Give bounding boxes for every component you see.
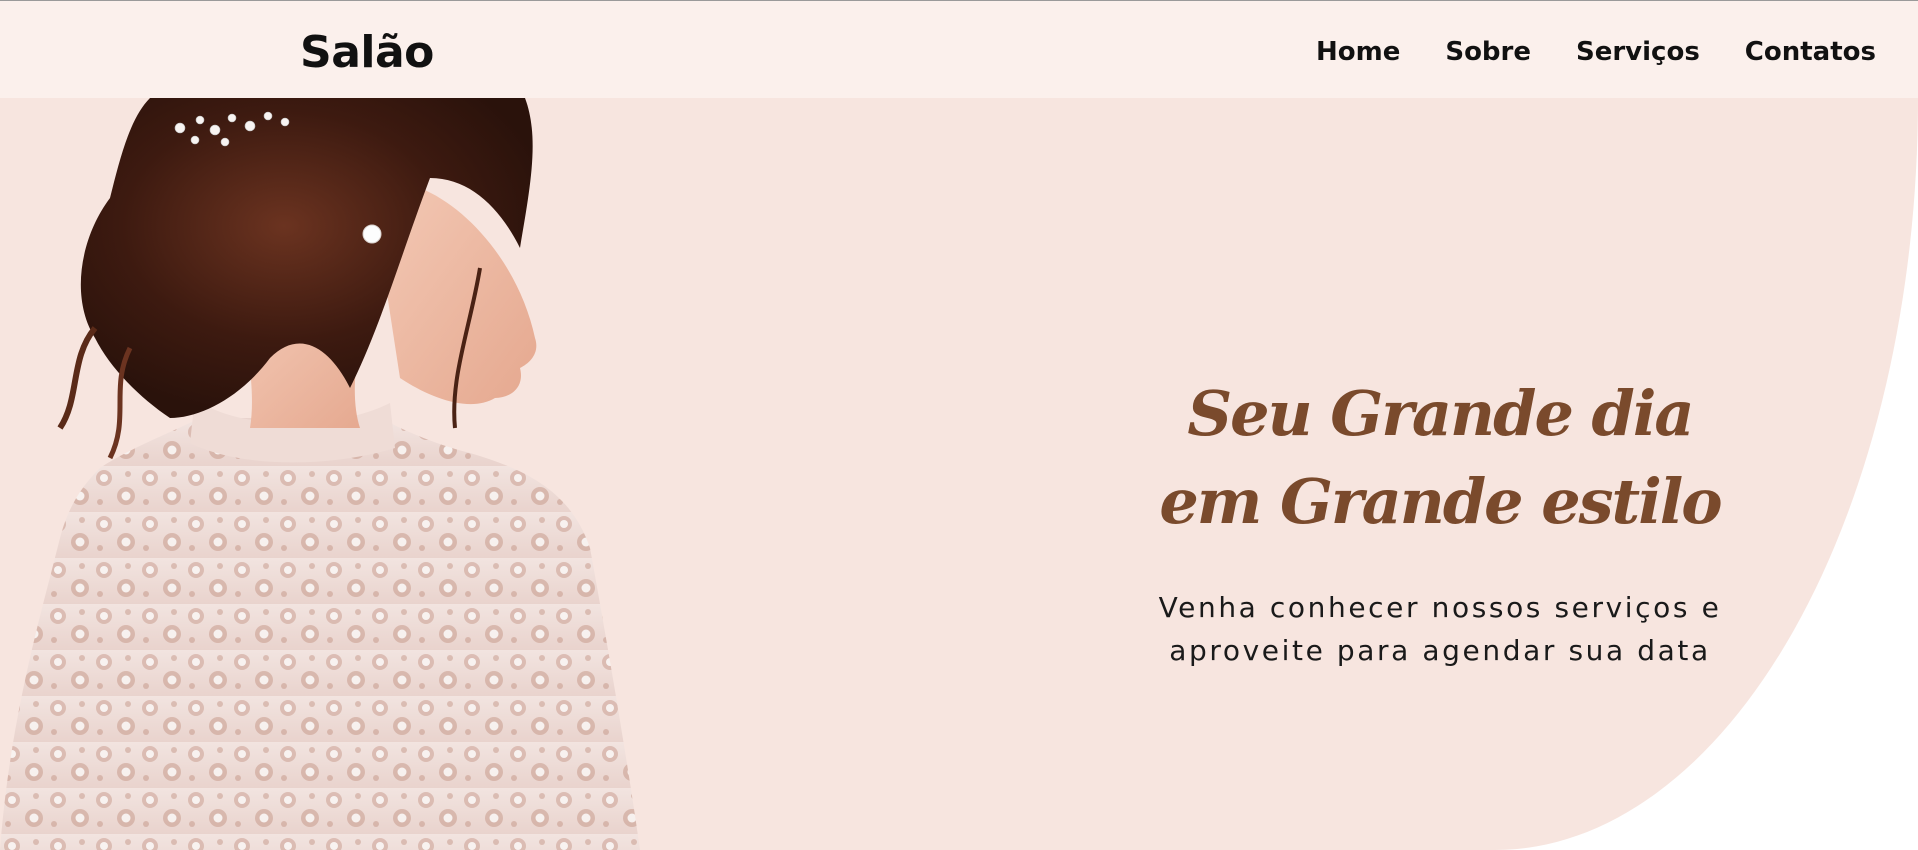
hero-subtitle: Venha conhecer nossos serviços e aprovei… bbox=[1090, 586, 1790, 672]
nav-link-sobre[interactable]: Sobre bbox=[1445, 37, 1531, 67]
nav-link-home[interactable]: Home bbox=[1316, 37, 1400, 67]
main-nav: Home Sobre Serviços Contatos bbox=[1316, 37, 1876, 67]
subtitle-line-2: aproveite para agendar sua data bbox=[1169, 634, 1711, 667]
headline-line-2: em Grande estilo bbox=[1159, 465, 1722, 538]
bride-photo bbox=[0, 98, 640, 850]
page: Salão Home Sobre Serviços Contatos Seu G… bbox=[0, 0, 1918, 850]
hero-headline: Seu Grande dia em Grande estilo bbox=[1140, 370, 1740, 546]
headline-line-1: Seu Grande dia bbox=[1187, 377, 1694, 450]
site-logo[interactable]: Salão bbox=[300, 27, 434, 78]
hero-section: Seu Grande dia em Grande estilo Venha co… bbox=[0, 98, 1918, 850]
subtitle-line-1: Venha conhecer nossos serviços e bbox=[1158, 591, 1722, 624]
site-header: Salão Home Sobre Serviços Contatos bbox=[0, 0, 1918, 98]
nav-link-servicos[interactable]: Serviços bbox=[1576, 37, 1700, 67]
nav-link-contatos[interactable]: Contatos bbox=[1745, 37, 1876, 67]
